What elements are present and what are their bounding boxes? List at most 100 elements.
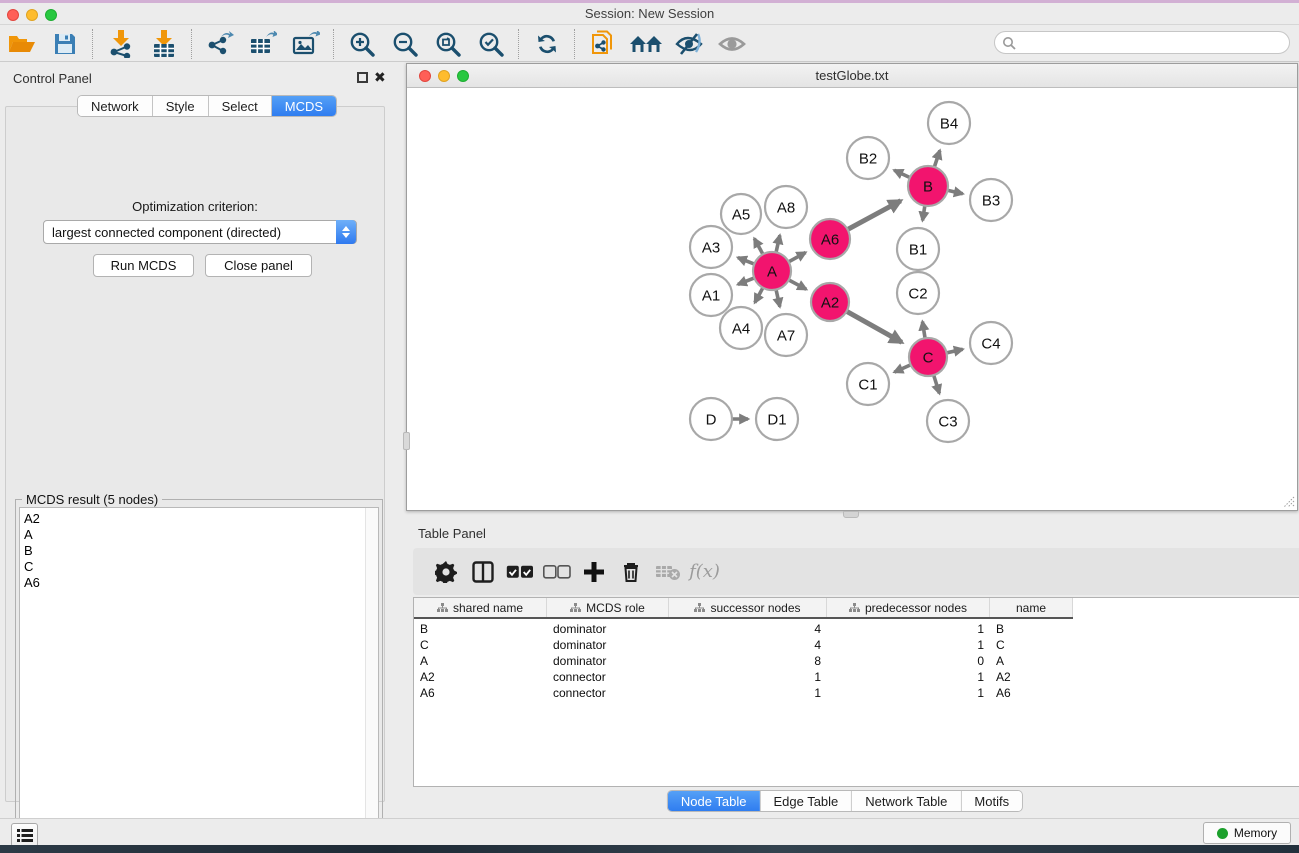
table-cell: 4 [669, 638, 827, 652]
tab-edge-table[interactable]: Edge Table [760, 791, 852, 811]
table-panel-title: Table Panel [418, 526, 486, 541]
import-table-icon[interactable] [142, 27, 185, 61]
node-table[interactable]: shared nameMCDS rolesuccessor nodesprede… [413, 597, 1299, 787]
mcds-result-item[interactable]: C [24, 559, 378, 575]
node-label-A: A [767, 263, 777, 280]
edge-C-C3[interactable] [933, 373, 939, 393]
export-network-icon[interactable] [198, 27, 241, 61]
float-panel-icon[interactable] [357, 72, 368, 83]
refresh-icon[interactable] [525, 27, 568, 61]
tab-select[interactable]: Select [209, 96, 272, 116]
edge-A-A2[interactable] [787, 279, 806, 289]
hide-selected-icon[interactable] [667, 27, 710, 61]
column-header-shared-name[interactable]: shared name [414, 598, 547, 617]
tab-node-table[interactable]: Node Table [668, 791, 761, 811]
gear-icon[interactable] [427, 554, 464, 590]
node-label-B: B [923, 178, 933, 195]
memory-label: Memory [1234, 826, 1277, 840]
tab-network-table[interactable]: Network Table [852, 791, 961, 811]
table-row[interactable]: A2connector11A2 [414, 669, 1299, 685]
node-label-C: C [923, 349, 934, 366]
table-cell: 0 [827, 654, 990, 668]
open-file-icon[interactable] [0, 27, 43, 61]
table-cell: C [414, 638, 547, 652]
mcds-result-item[interactable]: A [24, 527, 378, 543]
node-label-D1: D1 [767, 411, 786, 428]
delete-table-icon[interactable] [649, 554, 686, 590]
horizontal-splitter-grip[interactable] [843, 511, 859, 518]
table-cell: dominator [547, 654, 669, 668]
select-all-icon[interactable] [501, 554, 538, 590]
export-table-icon[interactable] [241, 27, 284, 61]
zoom-in-icon[interactable] [340, 27, 383, 61]
control-panel-header: Control Panel ✖ [0, 62, 391, 92]
control-panel-tabs: NetworkStyleSelectMCDS [77, 95, 337, 117]
result-list-scrollbar[interactable] [365, 508, 378, 834]
column-header-predecessor-nodes[interactable]: predecessor nodes [827, 598, 990, 617]
column-header-MCDS-role[interactable]: MCDS role [547, 598, 669, 617]
run-mcds-button[interactable]: Run MCDS [93, 254, 194, 277]
node-label-B4: B4 [940, 115, 958, 132]
network-graph-canvas[interactable]: B4B2BB3A5A8A6B1A3AC2A1A2A4A7C4CC1C3DD1 [408, 89, 1298, 511]
export-image-icon[interactable] [284, 27, 327, 61]
toolbar-separator [574, 29, 575, 59]
optimization-criterion-select[interactable]: largest connected component (directed) [43, 220, 357, 244]
network-window-titlebar[interactable]: testGlobe.txt [407, 64, 1297, 88]
clone-network-icon[interactable] [581, 27, 624, 61]
show-all-icon[interactable] [710, 27, 753, 61]
delete-column-icon[interactable] [612, 554, 649, 590]
zoom-out-icon[interactable] [383, 27, 426, 61]
mcds-result-item[interactable]: B [24, 543, 378, 559]
column-split-icon[interactable] [464, 554, 501, 590]
first-neighbors-icon[interactable] [624, 27, 667, 61]
table-row[interactable]: Adominator80A [414, 653, 1299, 669]
tab-style[interactable]: Style [153, 96, 209, 116]
column-header-successor-nodes[interactable]: successor nodes [669, 598, 827, 617]
close-panel-icon[interactable]: ✖ [374, 69, 386, 86]
table-row[interactable]: Bdominator41B [414, 621, 1299, 637]
edge-A2-C[interactable] [845, 310, 902, 342]
node-label-B2: B2 [859, 150, 877, 167]
table-row[interactable]: A6connector11A6 [414, 685, 1299, 701]
edge-A6-B[interactable] [846, 201, 901, 231]
table-row[interactable]: Cdominator41C [414, 637, 1299, 653]
table-cell: A2 [990, 670, 1073, 684]
node-label-A8: A8 [777, 199, 795, 216]
mcds-result-title: MCDS result (5 nodes) [22, 492, 162, 507]
vertical-splitter-grip[interactable] [403, 432, 410, 450]
mcds-result-item[interactable]: A2 [24, 511, 378, 527]
column-header-name[interactable]: name [990, 598, 1073, 617]
search-input[interactable] [994, 31, 1290, 54]
mcds-result-item[interactable]: A6 [24, 575, 378, 591]
mcds-result-list[interactable]: A2ABCA6 [19, 507, 379, 835]
network-view-window: testGlobe.txt B4B2BB3A5A8A6B1A3AC2A1A2A4… [406, 63, 1298, 511]
tab-network[interactable]: Network [78, 96, 153, 116]
table-body: Bdominator41BCdominator41CAdominator80AA… [414, 621, 1299, 701]
table-cell: 8 [669, 654, 827, 668]
task-history-button[interactable] [11, 823, 38, 847]
tab-mcds[interactable]: MCDS [272, 96, 336, 116]
node-label-A1: A1 [702, 287, 720, 304]
import-network-icon[interactable] [99, 27, 142, 61]
table-cell: 1 [827, 686, 990, 700]
window-resize-grip[interactable] [1281, 494, 1295, 508]
table-cell: 1 [827, 670, 990, 684]
table-cell: A6 [990, 686, 1073, 700]
save-session-icon[interactable] [43, 27, 86, 61]
deselect-all-icon[interactable] [538, 554, 575, 590]
table-cell: A2 [414, 670, 547, 684]
add-column-icon[interactable] [575, 554, 612, 590]
close-panel-button[interactable]: Close panel [205, 254, 312, 277]
table-cell: dominator [547, 638, 669, 652]
memory-status-icon [1217, 828, 1228, 839]
function-builder-icon: f(x) [686, 554, 723, 590]
tab-motifs[interactable]: Motifs [961, 791, 1022, 811]
zoom-selected-icon[interactable] [469, 27, 512, 61]
mcds-tab-content: Optimization criterion: largest connecte… [5, 106, 385, 802]
memory-button[interactable]: Memory [1203, 822, 1291, 844]
edge-A-A6[interactable] [787, 252, 806, 262]
zoom-fit-icon[interactable] [426, 27, 469, 61]
optimization-criterion-value: largest connected component (directed) [52, 225, 281, 240]
node-label-A7: A7 [777, 327, 795, 344]
app-titlebar: Session: New Session [0, 3, 1299, 25]
